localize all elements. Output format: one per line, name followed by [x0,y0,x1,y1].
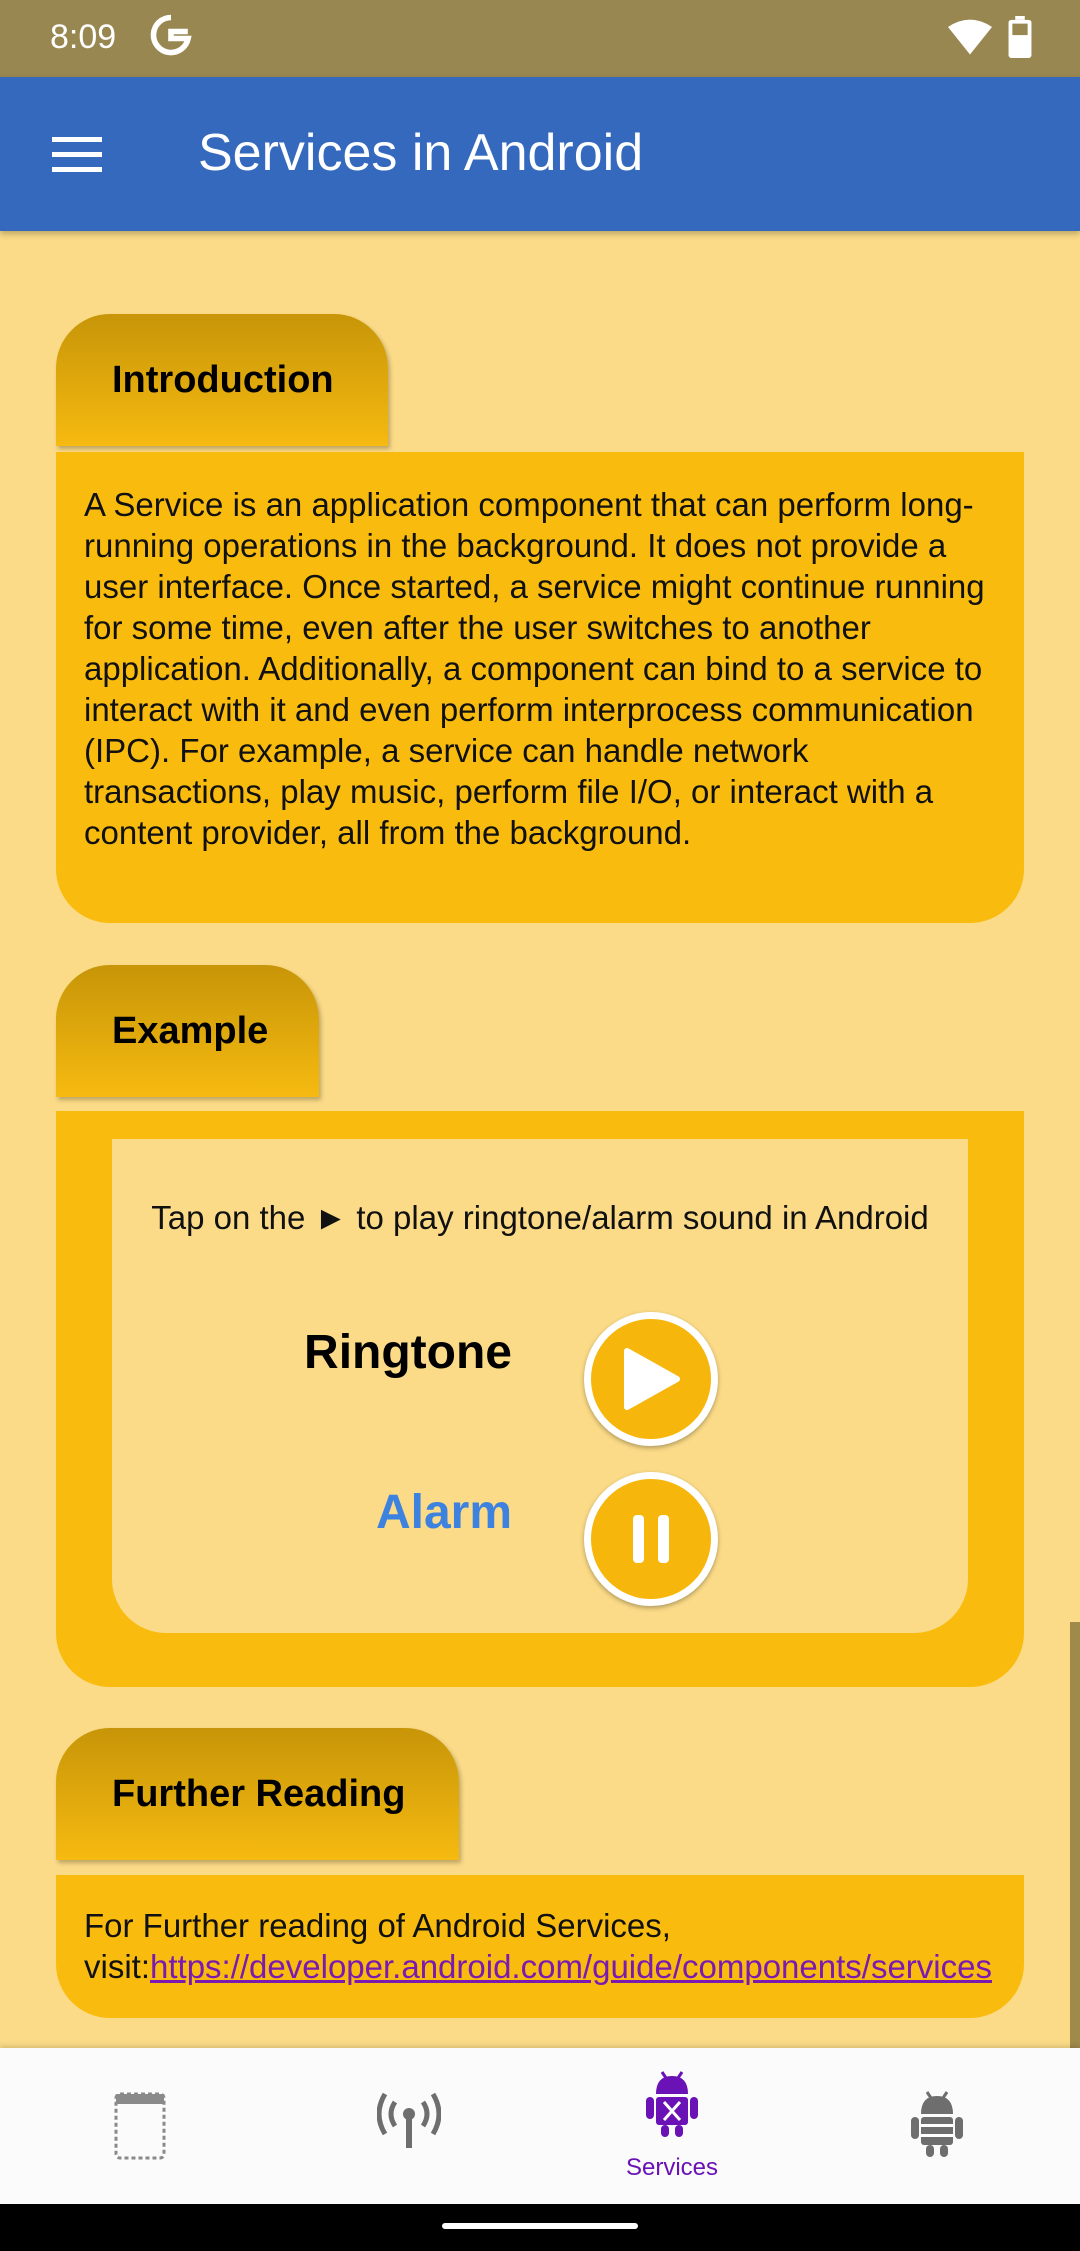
content-scroll-area[interactable]: Introduction A Service is an application… [0,231,1080,2048]
introduction-header: Introduction [56,314,388,446]
status-time: 8:09 [50,18,117,56]
introduction-title: Introduction [112,358,334,401]
example-instruction: Tap on the ► to play ringtone/alarm soun… [151,1199,929,1236]
google-icon [150,14,192,56]
home-gesture-pill[interactable] [442,2223,638,2229]
nav-item-android[interactable] [802,2048,1072,2204]
page-title: Services in Android [198,124,644,182]
pause-icon [633,1515,669,1563]
scrollbar[interactable] [1070,1622,1080,2048]
example-header: Example [56,965,319,1097]
menu-icon[interactable] [44,121,110,187]
further-reading-title: Further Reading [112,1772,406,1815]
play-icon [624,1348,680,1410]
bottom-navigation: Services [0,2048,1080,2204]
app-bar: Services in Android [0,77,1080,231]
services-icon [646,2071,698,2137]
nav-label-services: Services [625,2154,719,2181]
introduction-card: A Service is an application component th… [56,452,1024,923]
nav-item-activity[interactable] [5,2048,275,2204]
example-panel: Tap on the ► to play ringtone/alarm soun… [112,1139,968,1633]
alarm-pause-button[interactable] [584,1472,718,1606]
alarm-label: Alarm [375,1486,512,1539]
introduction-body: A Service is an application component th… [84,486,985,851]
ringtone-label: Ringtone [304,1326,512,1379]
ringtone-play-button[interactable] [584,1312,718,1446]
status-bar: 8:09 [0,0,1080,77]
android-icon [911,2091,963,2157]
example-card: Tap on the ► to play ringtone/alarm soun… [56,1111,1024,1687]
broadcast-icon [377,2092,441,2148]
services-docs-link[interactable]: https://developer.android.com/guide/comp… [150,1948,992,1985]
further-reading-header: Further Reading [56,1728,459,1860]
activity-icon [114,2092,166,2160]
wifi-icon [948,19,992,55]
further-reading-card: For Further reading of Android Services,… [56,1875,1024,2018]
nav-item-services[interactable]: Services [537,2048,807,2204]
example-title: Example [112,1009,269,1052]
nav-item-broadcast[interactable] [272,2048,542,2204]
battery-icon [1008,16,1032,58]
gesture-bar [0,2204,1080,2251]
